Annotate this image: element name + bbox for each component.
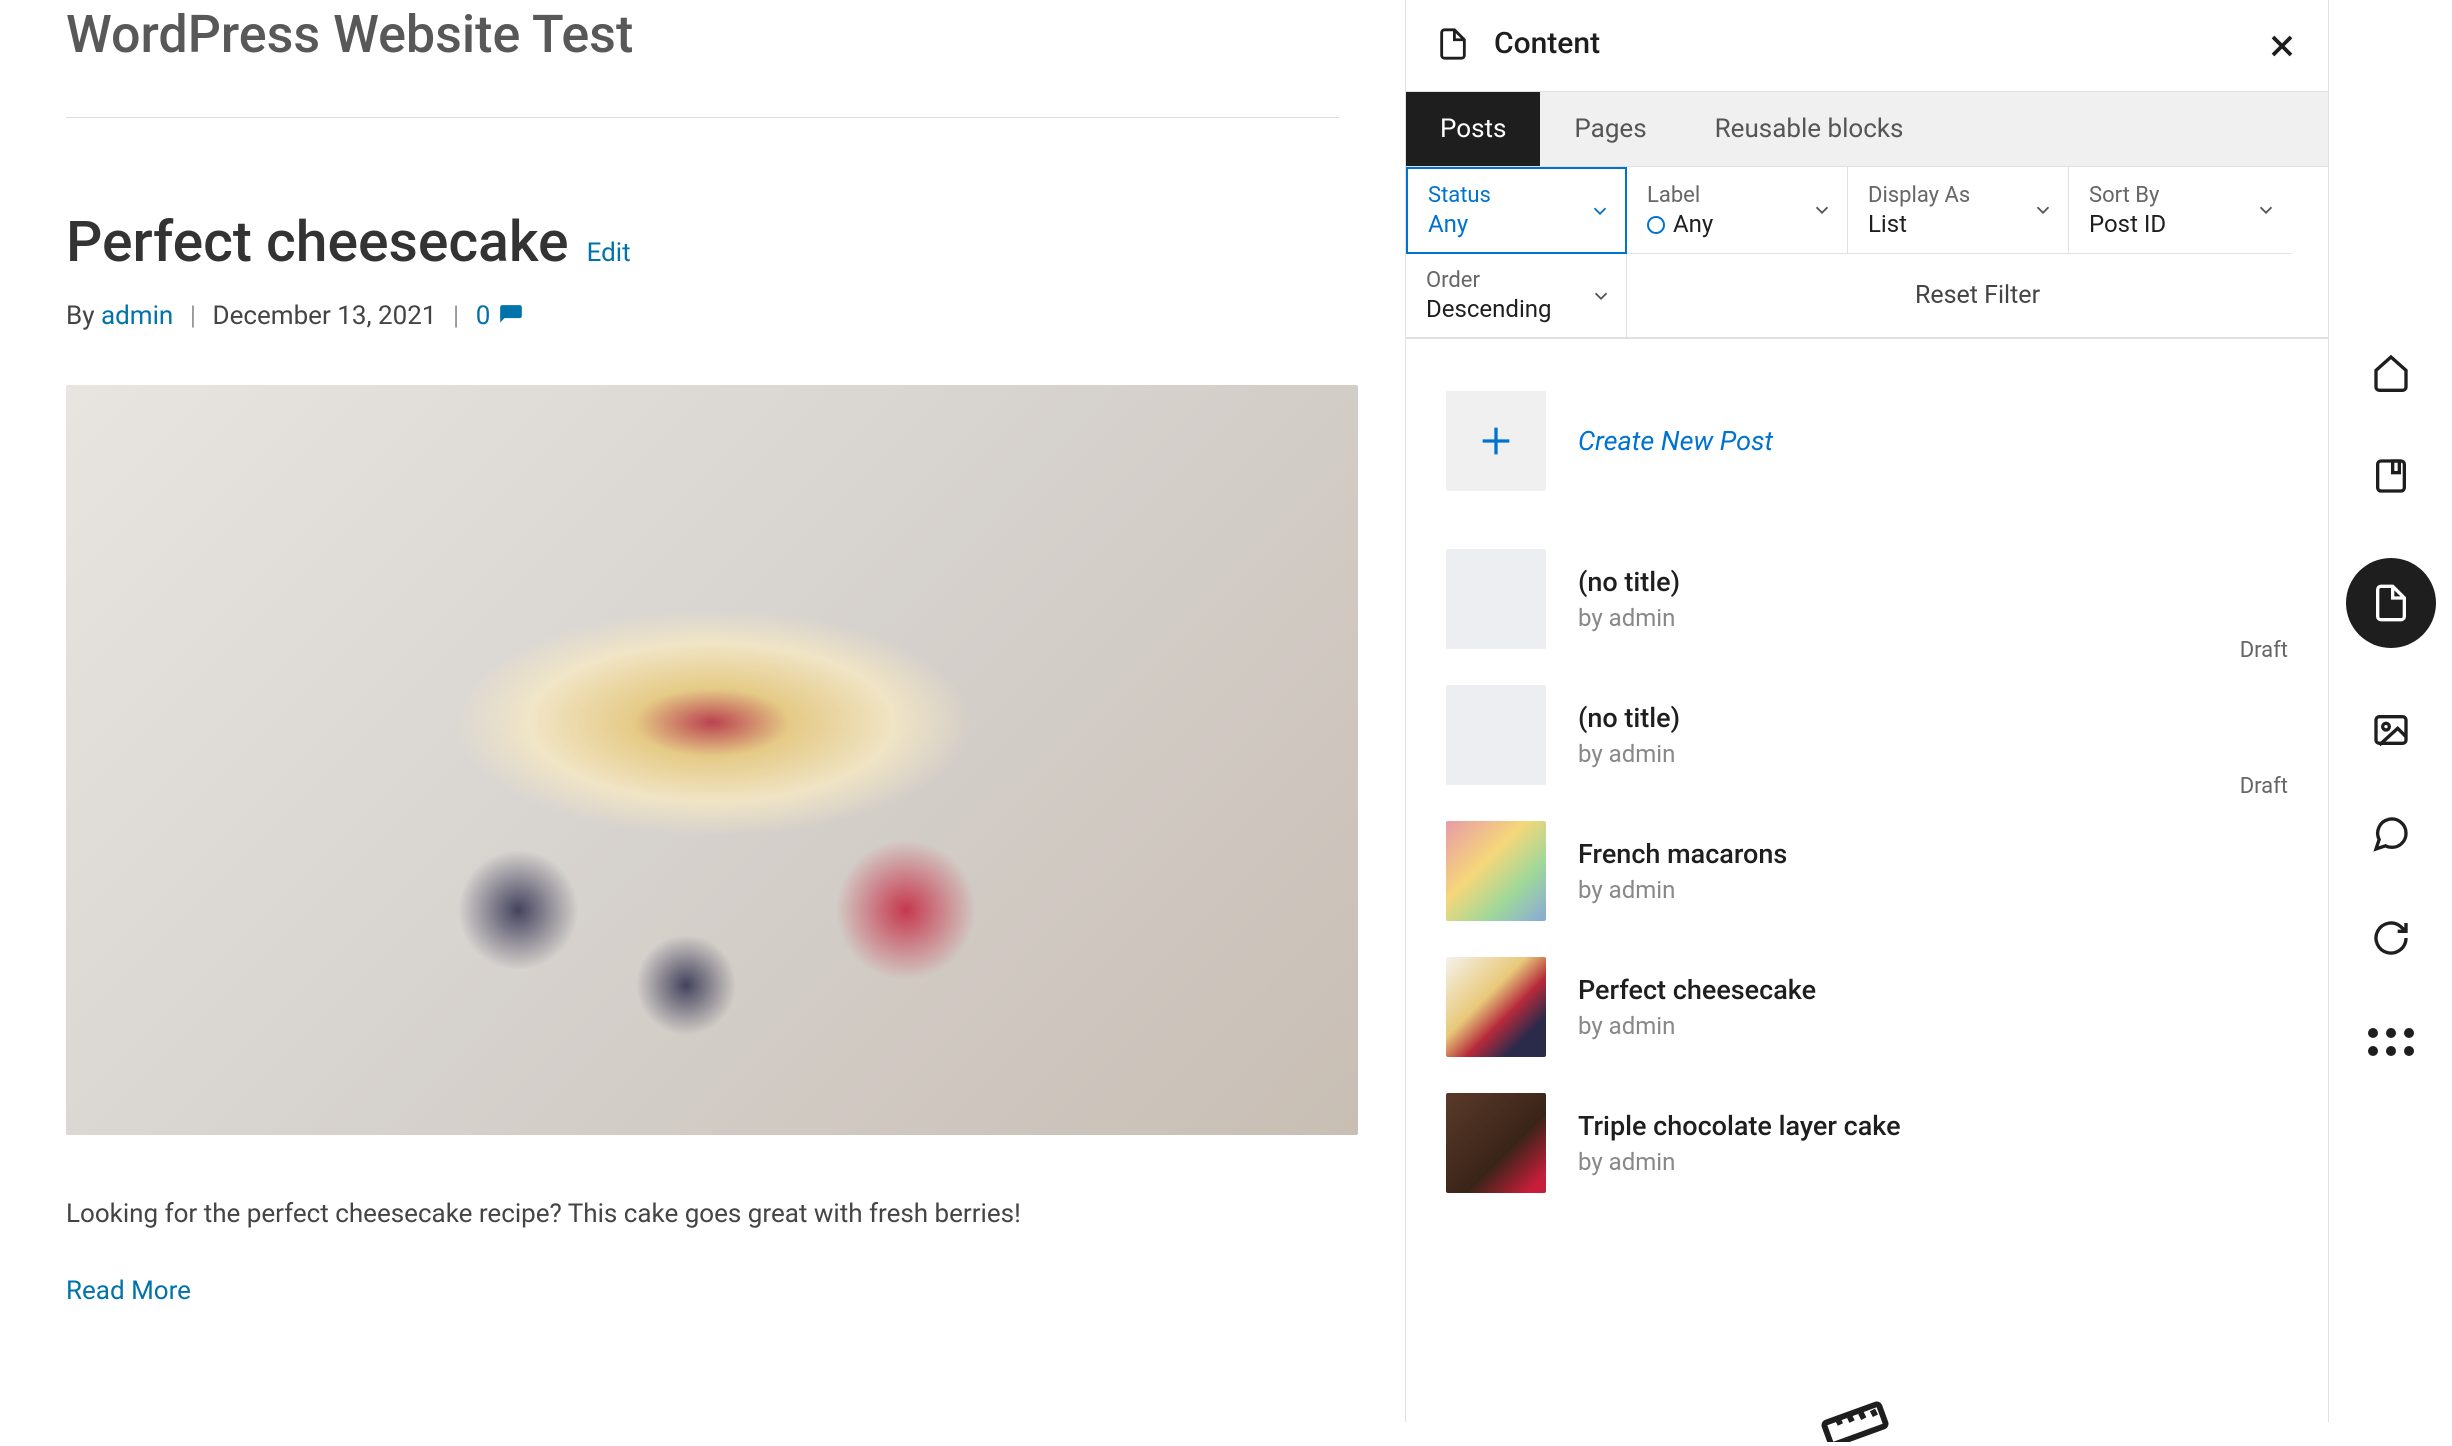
edit-post-link[interactable]: Edit — [587, 238, 631, 268]
post-meta: By admin | December 13, 2021 | 0 — [66, 301, 1339, 331]
post-list-item[interactable]: (no title) by admin Draft — [1406, 667, 2328, 803]
rail-sync-button[interactable] — [2369, 916, 2413, 960]
post-excerpt: Looking for the perfect cheesecake recip… — [66, 1195, 1339, 1234]
post-item-title: Perfect cheesecake — [1578, 974, 1816, 1006]
tab-reusable-blocks[interactable]: Reusable blocks — [1681, 92, 1938, 166]
post-item-title: Triple chocolate layer cake — [1578, 1110, 1901, 1142]
filter-display-value: List — [1868, 210, 2048, 238]
sync-icon — [2371, 918, 2411, 958]
meta-separator: | — [453, 301, 459, 331]
document-icon — [1436, 27, 1470, 61]
create-icon-box — [1446, 391, 1546, 491]
meta-separator: | — [190, 301, 196, 331]
post-draft-badge: Draft — [2240, 774, 2288, 799]
filter-display-label: Display As — [1868, 183, 2048, 208]
document-icon — [2371, 583, 2411, 623]
right-rail-nav — [2328, 0, 2452, 1422]
filter-order-value: Descending — [1426, 295, 1606, 323]
filter-label[interactable]: Label Any — [1627, 167, 1848, 254]
post-thumbnail — [1446, 821, 1546, 921]
post-item-title: (no title) — [1578, 566, 1680, 598]
comment-count-value: 0 — [476, 301, 491, 331]
filter-order-label: Order — [1426, 268, 1606, 293]
read-more-link[interactable]: Read More — [66, 1276, 191, 1306]
filter-order[interactable]: Order Descending — [1406, 254, 1627, 338]
create-new-post[interactable]: Create New Post — [1406, 379, 2328, 531]
chevron-down-icon — [1811, 199, 1833, 221]
bookmark-icon — [2371, 456, 2411, 496]
post-list-item[interactable]: Perfect cheesecake by admin — [1406, 939, 2328, 1075]
plus-icon — [1476, 421, 1516, 461]
close-icon — [2264, 28, 2300, 64]
tab-posts[interactable]: Posts — [1406, 92, 1540, 166]
rail-home-button[interactable] — [2369, 350, 2413, 394]
post-item-author: by admin — [1578, 604, 1680, 632]
post-article: Perfect cheesecake Edit By admin | Decem… — [66, 208, 1339, 1306]
post-item-author: by admin — [1578, 876, 1787, 904]
post-item-author: by admin — [1578, 1012, 1816, 1040]
post-item-author: by admin — [1578, 1148, 1901, 1176]
post-date: December 13, 2021 — [213, 301, 437, 331]
apps-grid-icon — [2368, 1028, 2414, 1056]
filter-sort-value: Post ID — [2089, 210, 2271, 238]
filters-bar: Status Any Label Any Display As List Sor… — [1406, 167, 2328, 339]
posts-list: Create New Post (no title) by admin Draf… — [1406, 339, 2328, 1391]
filter-status-label: Status — [1428, 183, 1605, 208]
panel-title: Content — [1494, 26, 1600, 61]
filter-sort-by[interactable]: Sort By Post ID — [2069, 167, 2291, 254]
post-list-item[interactable]: (no title) by admin Draft — [1406, 531, 2328, 667]
chevron-down-icon — [1590, 285, 1612, 307]
post-thumbnail — [1446, 549, 1546, 649]
post-comments-link[interactable]: 0 — [476, 301, 525, 331]
rail-comments-button[interactable] — [2369, 812, 2413, 856]
create-new-label: Create New Post — [1578, 425, 1773, 457]
post-item-author: by admin — [1578, 740, 1680, 768]
content-panel: Content Posts Pages Reusable blocks Stat… — [1405, 0, 2328, 1422]
radio-icon — [1647, 216, 1665, 234]
chevron-down-icon — [2255, 199, 2277, 221]
rail-content-button[interactable] — [2346, 558, 2436, 648]
filter-label-label: Label — [1647, 183, 1827, 208]
post-title: Perfect cheesecake — [66, 208, 569, 275]
filter-label-value: Any — [1647, 210, 1827, 238]
reset-filter-label: Reset Filter — [1915, 281, 2040, 310]
panel-header: Content — [1406, 0, 2328, 91]
chevron-down-icon — [2032, 199, 2054, 221]
post-thumbnail — [1446, 1093, 1546, 1193]
filter-status[interactable]: Status Any — [1406, 167, 1627, 254]
divider — [66, 117, 1339, 118]
post-thumbnail — [1446, 685, 1546, 785]
site-title: WordPress Website Test — [66, 2, 1339, 67]
chevron-down-icon — [1589, 200, 1611, 222]
post-item-title: French macarons — [1578, 838, 1787, 870]
main-content-area: WordPress Website Test Perfect cheesecak… — [0, 0, 1405, 1422]
post-list-item[interactable]: Triple chocolate layer cake by admin — [1406, 1075, 2328, 1211]
post-item-title: (no title) — [1578, 702, 1680, 734]
image-icon — [2371, 710, 2411, 750]
post-featured-image[interactable] — [66, 385, 1358, 1135]
filter-status-value: Any — [1428, 210, 1605, 238]
rail-bookmark-button[interactable] — [2369, 454, 2413, 498]
post-author-link[interactable]: admin — [101, 301, 173, 331]
post-thumbnail — [1446, 957, 1546, 1057]
tab-pages[interactable]: Pages — [1540, 92, 1680, 166]
rail-apps-button[interactable] — [2369, 1020, 2413, 1064]
ruler-icon — [1820, 1372, 1890, 1442]
rail-media-button[interactable] — [2369, 708, 2413, 752]
filter-sort-label: Sort By — [2089, 183, 2271, 208]
comment-icon — [498, 303, 524, 329]
home-icon — [2371, 352, 2411, 392]
close-panel-button[interactable] — [2264, 28, 2300, 64]
post-list-item[interactable]: French macarons by admin — [1406, 803, 2328, 939]
panel-tabs: Posts Pages Reusable blocks — [1406, 91, 2328, 167]
post-draft-badge: Draft — [2240, 638, 2288, 663]
reset-filter-button[interactable]: Reset Filter — [1627, 254, 2328, 338]
filter-display-as[interactable]: Display As List — [1848, 167, 2069, 254]
floating-design-button[interactable] — [1820, 1372, 1890, 1442]
by-label: By — [66, 301, 95, 331]
chat-icon — [2371, 814, 2411, 854]
post-header: Perfect cheesecake Edit — [66, 208, 1339, 275]
